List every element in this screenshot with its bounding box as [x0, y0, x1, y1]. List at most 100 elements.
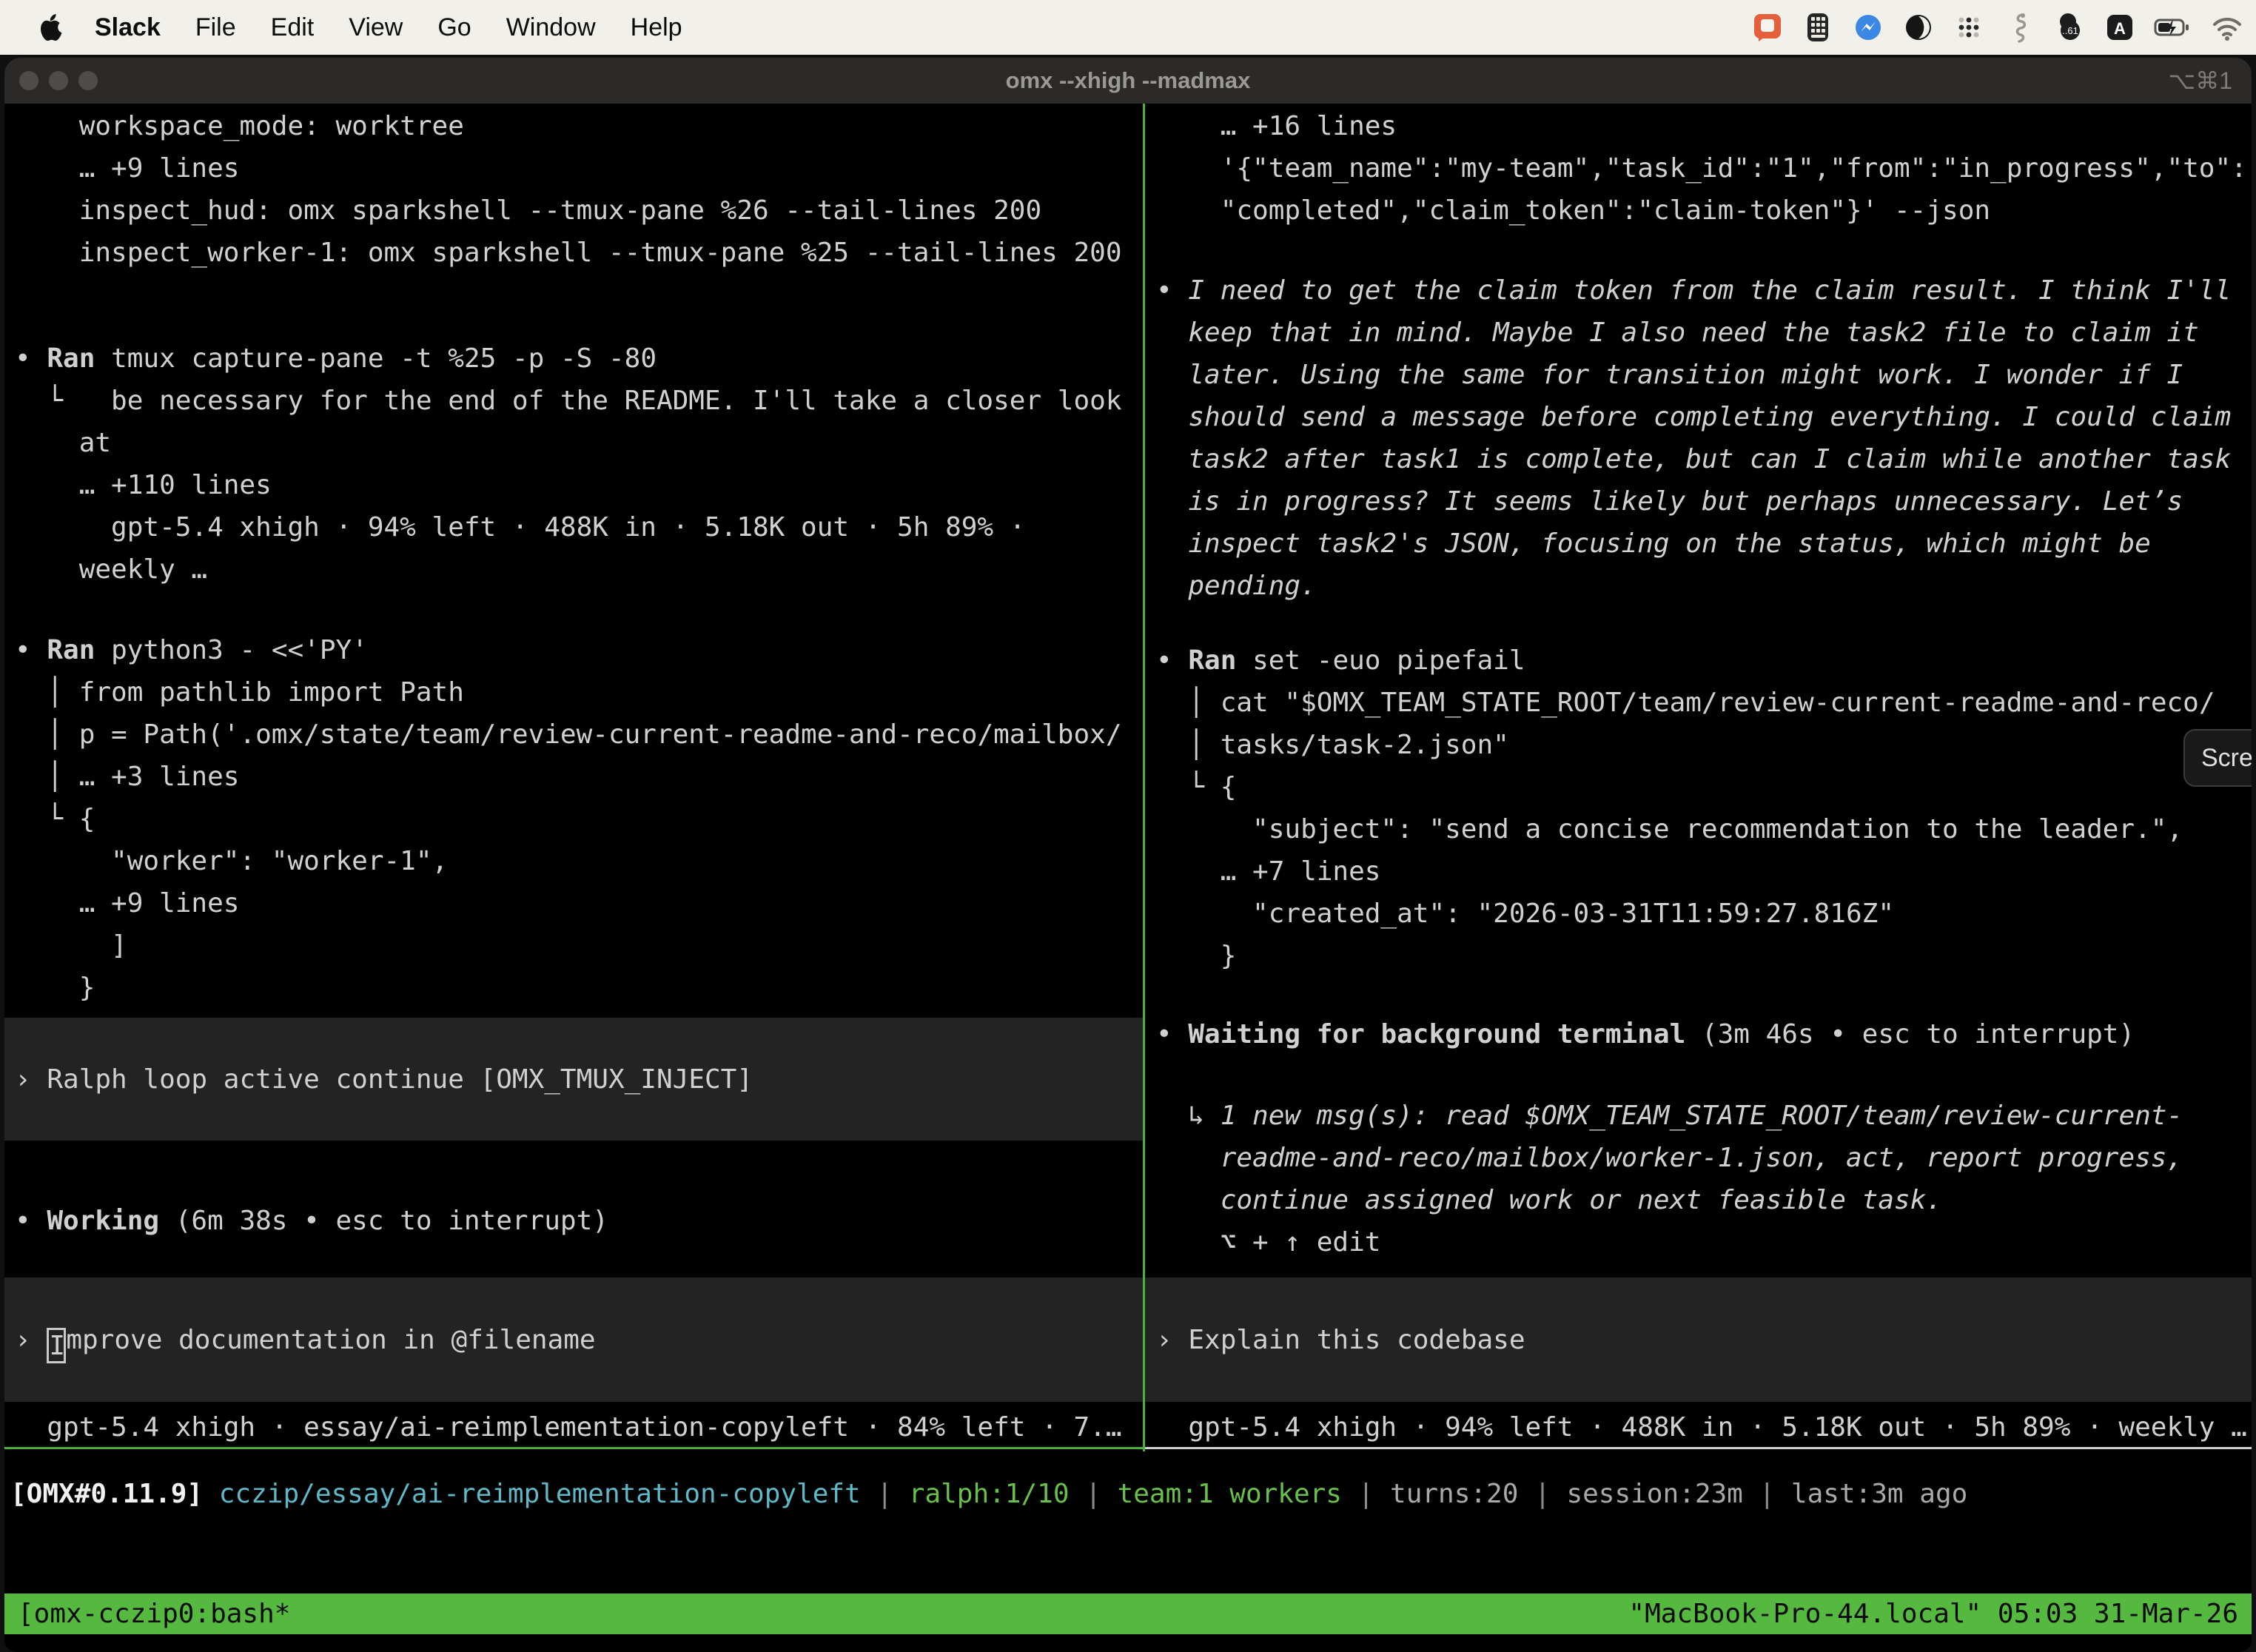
terminal-line: later. Using the same for transition mig…	[1156, 354, 2252, 396]
a-key-icon[interactable]: A	[2104, 11, 2136, 44]
terminal-line: … +9 lines	[15, 147, 1143, 189]
terminal-line: '{"team_name":"my-team","task_id":"1","f…	[1156, 147, 2252, 189]
menu-item-view[interactable]: View	[349, 13, 403, 42]
chat-icon[interactable]	[1751, 11, 1784, 44]
omx-hud-statusline: [OMX#0.11.9] cczip/essay/ai-reimplementa…	[10, 1473, 2252, 1515]
terminal-line: … +16 lines	[1156, 105, 2252, 147]
spacer	[15, 1242, 1143, 1277]
battery-icon[interactable]	[2154, 11, 2192, 44]
terminal-line: inspect task2's JSON, focusing on the st…	[1156, 523, 2252, 565]
window-shortcut-hint: ⌥⌘1	[2168, 67, 2232, 95]
terminal-line: }	[15, 967, 1143, 1009]
terminal-line: ↳ 1 new msg(s): read $OMX_TEAM_STATE_ROO…	[1156, 1095, 2252, 1137]
terminal-line: "worker": "worker-1",	[15, 840, 1143, 882]
tmux-status-bar: [omx-cczip0:bash* "MacBook-Pro-44.local"…	[4, 1594, 2252, 1634]
terminal-line: weekly …	[15, 548, 1143, 591]
screen-tooltip: Scre	[2183, 729, 2252, 787]
terminal-line: └ {	[15, 798, 1143, 840]
minimize-button[interactable]	[49, 71, 68, 90]
badge-icon[interactable]: ..61	[2053, 11, 2086, 44]
terminal-line: gpt-5.4 xhigh · 94% left · 488K in · 5.1…	[1156, 1406, 2252, 1448]
menu-item-slack[interactable]: Slack	[95, 13, 161, 42]
terminal-line: readme-and-reco/mailbox/worker-1.json, a…	[1156, 1137, 2252, 1179]
spacer	[15, 1141, 1143, 1200]
menu-item-help[interactable]: Help	[631, 13, 682, 42]
terminal-line: • Waiting for background terminal (3m 46…	[1156, 1013, 2252, 1055]
wifi-icon[interactable]	[2210, 11, 2244, 44]
terminal-line: › Explain this codebase	[1156, 1319, 2252, 1361]
menu-items: Slack File Edit View Go Window Help	[95, 13, 682, 42]
terminal-line: • Ran set -euo pipefail	[1156, 639, 2252, 682]
menu-item-go[interactable]: Go	[437, 13, 471, 42]
terminal-line: should send a message before completing …	[1156, 396, 2252, 438]
terminal-line: workspace_mode: worktree	[15, 105, 1143, 147]
spacer	[1156, 977, 2252, 1013]
terminal-line: inspect_worker-1: omx sparkshell --tmux-…	[15, 232, 1143, 274]
dragon-icon[interactable]	[2003, 11, 2035, 44]
input-banner[interactable]: › Explain this codebase	[1145, 1277, 2252, 1402]
terminal-line: › Ralph loop active continue [OMX_TMUX_I…	[15, 1058, 1143, 1101]
terminal-line: └ be necessary for the end of the README…	[15, 380, 1143, 422]
tmux-host-clock-label: "MacBook-Pro-44.local" 05:03 31-Mar-26	[1628, 1599, 2238, 1629]
terminal-line: continue assigned work or next feasible …	[1156, 1179, 2252, 1221]
apple-menu-icon[interactable]	[38, 13, 64, 42]
terminal-line: … +9 lines	[15, 882, 1143, 924]
terminal-line: │ from pathlib import Path	[15, 671, 1143, 713]
terminal-line: gpt-5.4 xhigh · essay/ai-reimplementatio…	[15, 1406, 1143, 1448]
terminal-line: inspect_hud: omx sparkshell --tmux-pane …	[15, 189, 1143, 232]
spacer	[15, 1009, 1143, 1018]
terminal-window: omx --xhigh --madmax ⌥⌘1 workspace_mode:…	[4, 58, 2252, 1652]
messenger-icon[interactable]	[1852, 11, 1884, 44]
terminal-area: workspace_mode: worktree … +9 lines insp…	[4, 104, 2252, 1451]
window-titlebar[interactable]: omx --xhigh --madmax ⌥⌘1	[4, 58, 2252, 104]
window-title: omx --xhigh --madmax	[4, 67, 2252, 94]
spacer	[15, 274, 1143, 338]
terminal-line: at	[15, 422, 1143, 464]
svg-text:..61: ..61	[2062, 25, 2078, 36]
tmux-session-label: [omx-cczip0:bash*	[18, 1599, 290, 1629]
terminal-line: • Working (6m 38s • esc to interrupt)	[15, 1200, 1143, 1242]
close-button[interactable]	[19, 71, 38, 90]
terminal-line: › Improve documentation in @filename	[15, 1319, 1143, 1361]
spacer	[1156, 1263, 2252, 1277]
terminal-line: … +110 lines	[15, 464, 1143, 506]
terminal-line: │ cat "$OMX_TEAM_STATE_ROOT/team/review-…	[1156, 682, 2252, 724]
terminal-line: • Ran tmux capture-pane -t %25 -p -S -80	[15, 338, 1143, 380]
terminal-line: • Ran python3 - <<'PY'	[15, 629, 1143, 671]
terminal-line: └ {	[1156, 766, 2252, 808]
keyboard-icon[interactable]	[1802, 11, 1834, 44]
spacer	[1156, 232, 2252, 269]
terminal-line: │ … +3 lines	[15, 756, 1143, 798]
terminal-cursor: I	[47, 1328, 66, 1363]
terminal-line: keep that in mind. Maybe I also need the…	[1156, 312, 2252, 354]
ralph-banner: › Ralph loop active continue [OMX_TMUX_I…	[4, 1018, 1143, 1141]
terminal-line: │ tasks/task-2.json"	[1156, 724, 2252, 766]
menu-bar: Slack File Edit View Go Window Help ..61 A	[0, 0, 2256, 55]
pane-right[interactable]: … +16 lines '{"team_name":"my-team","tas…	[1145, 104, 2252, 1449]
terminal-line: ⌥ + ↑ edit	[1156, 1221, 2252, 1263]
menu-item-edit[interactable]: Edit	[271, 13, 315, 42]
terminal-line: pending.	[1156, 565, 2252, 607]
menu-item-file[interactable]: File	[195, 13, 236, 42]
dots-grid-icon[interactable]	[1953, 11, 1985, 44]
traffic-lights	[19, 71, 98, 90]
terminal-line: "completed","claim_token":"claim-token"}…	[1156, 189, 2252, 232]
menu-status-icons: ..61 A	[1751, 11, 2244, 44]
terminal-line: • I need to get the claim token from the…	[1156, 269, 2252, 312]
terminal-line: task2 after task1 is complete, but can I…	[1156, 438, 2252, 480]
menu-item-window[interactable]: Window	[506, 13, 596, 42]
terminal-line: gpt-5.4 xhigh · 94% left · 488K in · 5.1…	[15, 506, 1143, 548]
spacer	[15, 591, 1143, 629]
zoom-button[interactable]	[78, 71, 98, 90]
input-banner[interactable]: › Improve documentation in @filename	[4, 1277, 1143, 1402]
terminal-line: is in progress? It seems likely but perh…	[1156, 480, 2252, 523]
spacer	[1156, 1055, 2252, 1095]
moon-icon[interactable]	[1902, 11, 1935, 44]
svg-text:A: A	[2114, 19, 2126, 38]
spacer	[1156, 607, 2252, 639]
terminal-line: │ p = Path('.omx/state/team/review-curre…	[15, 713, 1143, 756]
pane-left[interactable]: workspace_mode: worktree … +9 lines insp…	[4, 104, 1143, 1449]
terminal-line: "subject": "send a concise recommendatio…	[1156, 808, 2252, 850]
terminal-line: ]	[15, 924, 1143, 967]
terminal-line: … +7 lines	[1156, 850, 2252, 893]
